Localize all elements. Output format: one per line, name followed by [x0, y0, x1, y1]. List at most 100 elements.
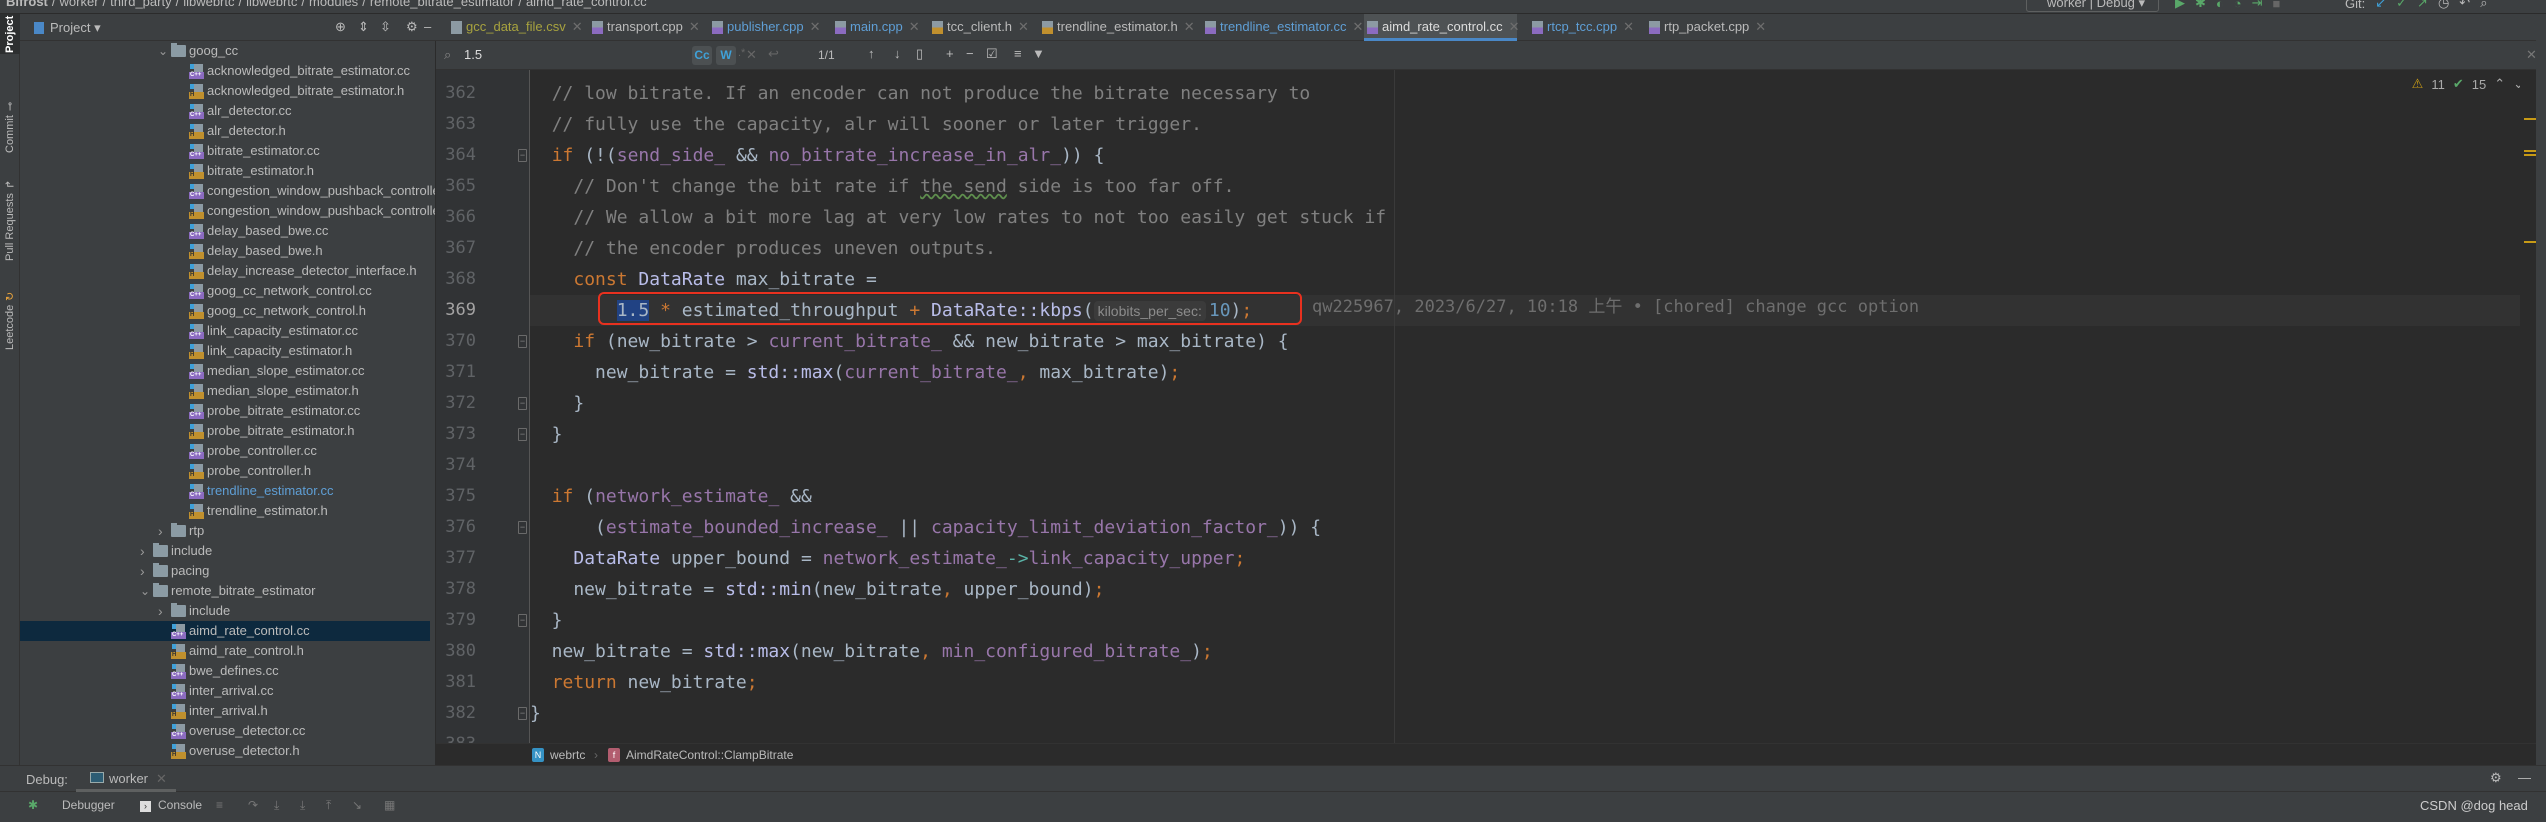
add-selection-icon[interactable]: +	[946, 46, 954, 61]
close-tab-icon[interactable]: ✕	[1352, 19, 1363, 34]
match-case-toggle[interactable]: Cc	[692, 46, 712, 65]
code-line[interactable]: new_bitrate = std::min(new_bitrate, uppe…	[530, 574, 2536, 605]
chevron-right-icon[interactable]: ›	[158, 601, 163, 621]
tree-file[interactable]: C++ probe_bitrate_estimator.cc	[20, 401, 430, 421]
git-commit-icon[interactable]: ✓	[2396, 0, 2407, 11]
tree-file[interactable]: Hacknowledged_bitrate_estimator.h	[20, 81, 430, 101]
project-view-select[interactable]: Project ▾	[50, 20, 101, 36]
code-line[interactable]: (estimate_bounded_increase_ || capacity_…	[530, 512, 2536, 543]
line-number[interactable]: 368	[436, 264, 476, 295]
line-number[interactable]: 365	[436, 171, 476, 202]
code-line[interactable]: }	[530, 698, 2536, 729]
chevron-down-icon[interactable]: ⌄	[158, 41, 168, 61]
chevron-right-icon[interactable]: ›	[158, 521, 163, 541]
profile-icon[interactable]: ◔	[2234, 0, 2242, 11]
line-number[interactable]: 378	[436, 574, 476, 605]
tree-file[interactable]: Haimd_rate_control.h	[20, 641, 430, 661]
debug-session-tab[interactable]: worker ✕	[76, 766, 176, 792]
tree-folder[interactable]: › include	[20, 601, 430, 621]
filter-icon[interactable]: ▼	[1032, 46, 1045, 61]
tab-gcc-data-file-csv[interactable]: gcc_data_file.csv ✕	[448, 14, 583, 41]
history-icon[interactable]: ◷	[2438, 0, 2449, 11]
gear-icon[interactable]: ⚙	[406, 19, 418, 35]
warning-marker[interactable]	[2524, 154, 2536, 156]
close-tab-icon[interactable]: ✕	[572, 19, 583, 34]
tree-folder[interactable]: › include	[20, 541, 430, 561]
step-over-icon[interactable]: ↷	[248, 798, 258, 812]
whole-words-toggle[interactable]: W	[716, 46, 736, 65]
line-number[interactable]: 366	[436, 202, 476, 233]
tab-transport-cpp[interactable]: transport.cpp ✕	[589, 14, 700, 41]
tree-file[interactable]: Hmedian_slope_estimator.h	[20, 381, 430, 401]
layout-icon[interactable]: ≡	[216, 798, 223, 812]
tree-file[interactable]: Halr_detector.h	[20, 121, 430, 141]
tab-debugger[interactable]: Debugger	[62, 798, 115, 812]
gear-icon[interactable]: ⚙	[2490, 770, 2502, 786]
line-number[interactable]: 376	[436, 512, 476, 543]
line-number[interactable]: 363	[436, 109, 476, 140]
tree-file[interactable]: C++ trendline_estimator.cc	[20, 481, 430, 501]
close-tab-icon[interactable]: ✕	[1184, 19, 1195, 34]
code-line[interactable]: // low bitrate. If an encoder can not pr…	[530, 78, 2536, 109]
warning-marker[interactable]	[2524, 118, 2536, 120]
tree-file[interactable]: Hprobe_controller.h	[20, 461, 430, 481]
tree-file[interactable]: Hoveruse_detector.h	[20, 741, 430, 761]
force-step-into-icon[interactable]: ⤓	[300, 798, 305, 813]
code-line[interactable]: if (network_estimate_ &&	[530, 481, 2536, 512]
fold-close-icon[interactable]: −	[518, 614, 527, 627]
close-session-icon[interactable]: ✕	[156, 771, 167, 787]
line-number[interactable]: 383	[436, 729, 476, 743]
stripe-project[interactable]: Project	[0, 14, 20, 54]
tree-file[interactable]: Hprobe_bitrate_estimator.h	[20, 421, 430, 441]
breadcrumb-item[interactable]: modules	[309, 0, 358, 9]
run-icon[interactable]: ▶	[2175, 0, 2185, 11]
search-input[interactable]: 1.5	[464, 47, 482, 62]
select-all-icon[interactable]: ☑	[986, 46, 998, 62]
breadcrumb-item[interactable]: remote_bitrate_estimator	[370, 0, 515, 9]
tab-trendline-estimator-h[interactable]: trendline_estimator.h ✕	[1039, 14, 1195, 41]
tree-file[interactable]: C++ inter_arrival.cc	[20, 681, 430, 701]
step-into-icon[interactable]: ⤓	[274, 798, 279, 813]
tree-file[interactable]: Hgoog_cc_network_control.h	[20, 301, 430, 321]
code-line[interactable]: new_bitrate = std::max(new_bitrate, min_…	[530, 636, 2536, 667]
tree-file[interactable]: Hcongestion_window_pushback_controller.h	[20, 201, 435, 221]
chevron-right-icon[interactable]: ›	[140, 541, 145, 561]
line-number[interactable]: 380	[436, 636, 476, 667]
new-line-icon[interactable]: ↩	[768, 46, 779, 62]
close-tab-icon[interactable]: ✕	[810, 19, 821, 34]
tree-file[interactable]: C++ bwe_defines.cc	[20, 661, 430, 681]
line-number[interactable]: 374	[436, 450, 476, 481]
tree-file[interactable]: Hlink_capacity_estimator.h	[20, 341, 430, 361]
line-number[interactable]: 370	[436, 326, 476, 357]
code-line[interactable]: }	[530, 419, 2536, 450]
line-number[interactable]: 379	[436, 605, 476, 636]
breadcrumb-function[interactable]: AimdRateControl::ClampBitrate	[626, 748, 793, 762]
breadcrumb-item[interactable]: Bifrost	[6, 0, 48, 9]
fold-open-icon[interactable]: −	[518, 335, 527, 348]
breadcrumb-item[interactable]: libwebrtc	[246, 0, 297, 9]
hide-icon[interactable]: –	[424, 19, 431, 34]
stripe-leetcode[interactable]: Leetcode ↻	[0, 286, 20, 356]
breadcrumb-namespace[interactable]: webrtc	[550, 748, 585, 762]
stripe-commit[interactable]: Commit ⊸	[0, 96, 20, 158]
fold-close-icon[interactable]: −	[518, 397, 527, 410]
coverage-icon[interactable]: ◐	[2216, 0, 2224, 11]
git-push-icon[interactable]: ↗	[2417, 0, 2428, 11]
tree-file[interactable]: C++ acknowledged_bitrate_estimator.cc	[20, 61, 430, 81]
tab-aimd-rate-control-cc[interactable]: aimd_rate_control.cc ✕	[1364, 14, 1520, 41]
breadcrumb-item[interactable]: third_party	[110, 0, 171, 9]
tree-file[interactable]: Hbitrate_estimator.h	[20, 161, 430, 181]
next-occurrence-icon[interactable]: ↓	[894, 46, 901, 61]
locate-icon[interactable]: ⊕	[335, 19, 346, 35]
inspection-widget[interactable]: ⚠ 11 ✔ 15 ⌃ ⌄	[2412, 76, 2524, 92]
tree-file[interactable]: Hinter_arrival.h	[20, 701, 430, 721]
code-line[interactable]: new_bitrate = std::max(current_bitrate_,…	[530, 357, 2536, 388]
tree-folder[interactable]: ⌄ remote_bitrate_estimator	[20, 581, 430, 601]
tab-console[interactable]: Console	[158, 798, 202, 812]
tree-file[interactable]: Htrendline_estimator.h	[20, 501, 430, 521]
line-number[interactable]: 381	[436, 667, 476, 698]
tab-main-cpp[interactable]: main.cpp ✕	[832, 14, 920, 41]
git-update-icon[interactable]: ↙	[2375, 0, 2386, 11]
code-line[interactable]: if (!(send_side_ && no_bitrate_increase_…	[530, 140, 2536, 171]
code-line[interactable]: return new_bitrate;	[530, 667, 2536, 698]
